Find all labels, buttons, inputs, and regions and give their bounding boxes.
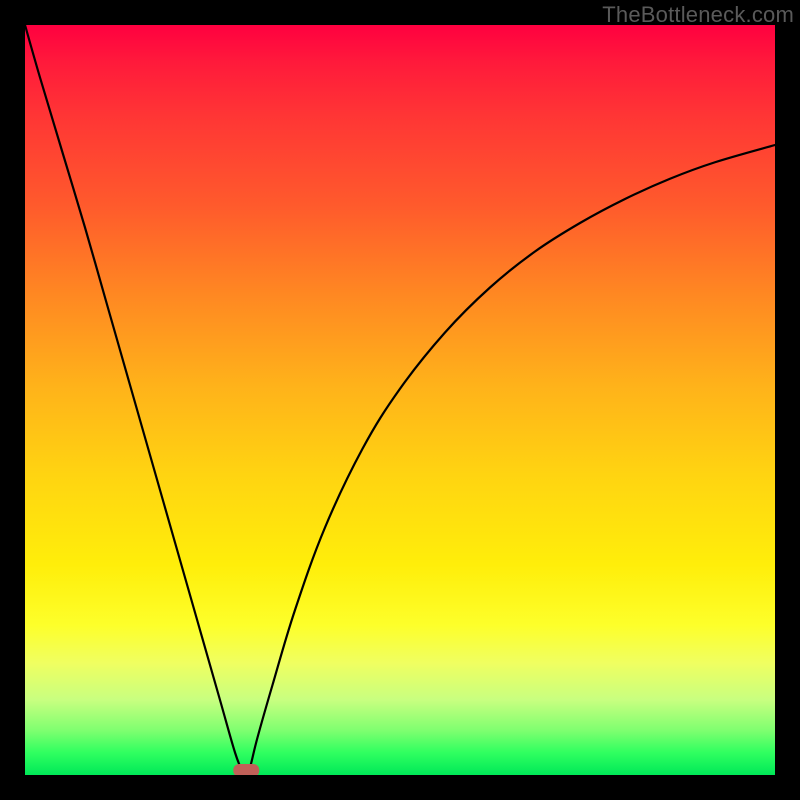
chart-frame: TheBottleneck.com [0, 0, 800, 800]
curve-left-branch [25, 25, 246, 775]
minimum-marker [233, 764, 259, 775]
curve-plot [25, 25, 775, 775]
watermark-text: TheBottleneck.com [602, 2, 794, 28]
chart-plot-area [25, 25, 775, 775]
curve-right-branch [246, 145, 775, 775]
